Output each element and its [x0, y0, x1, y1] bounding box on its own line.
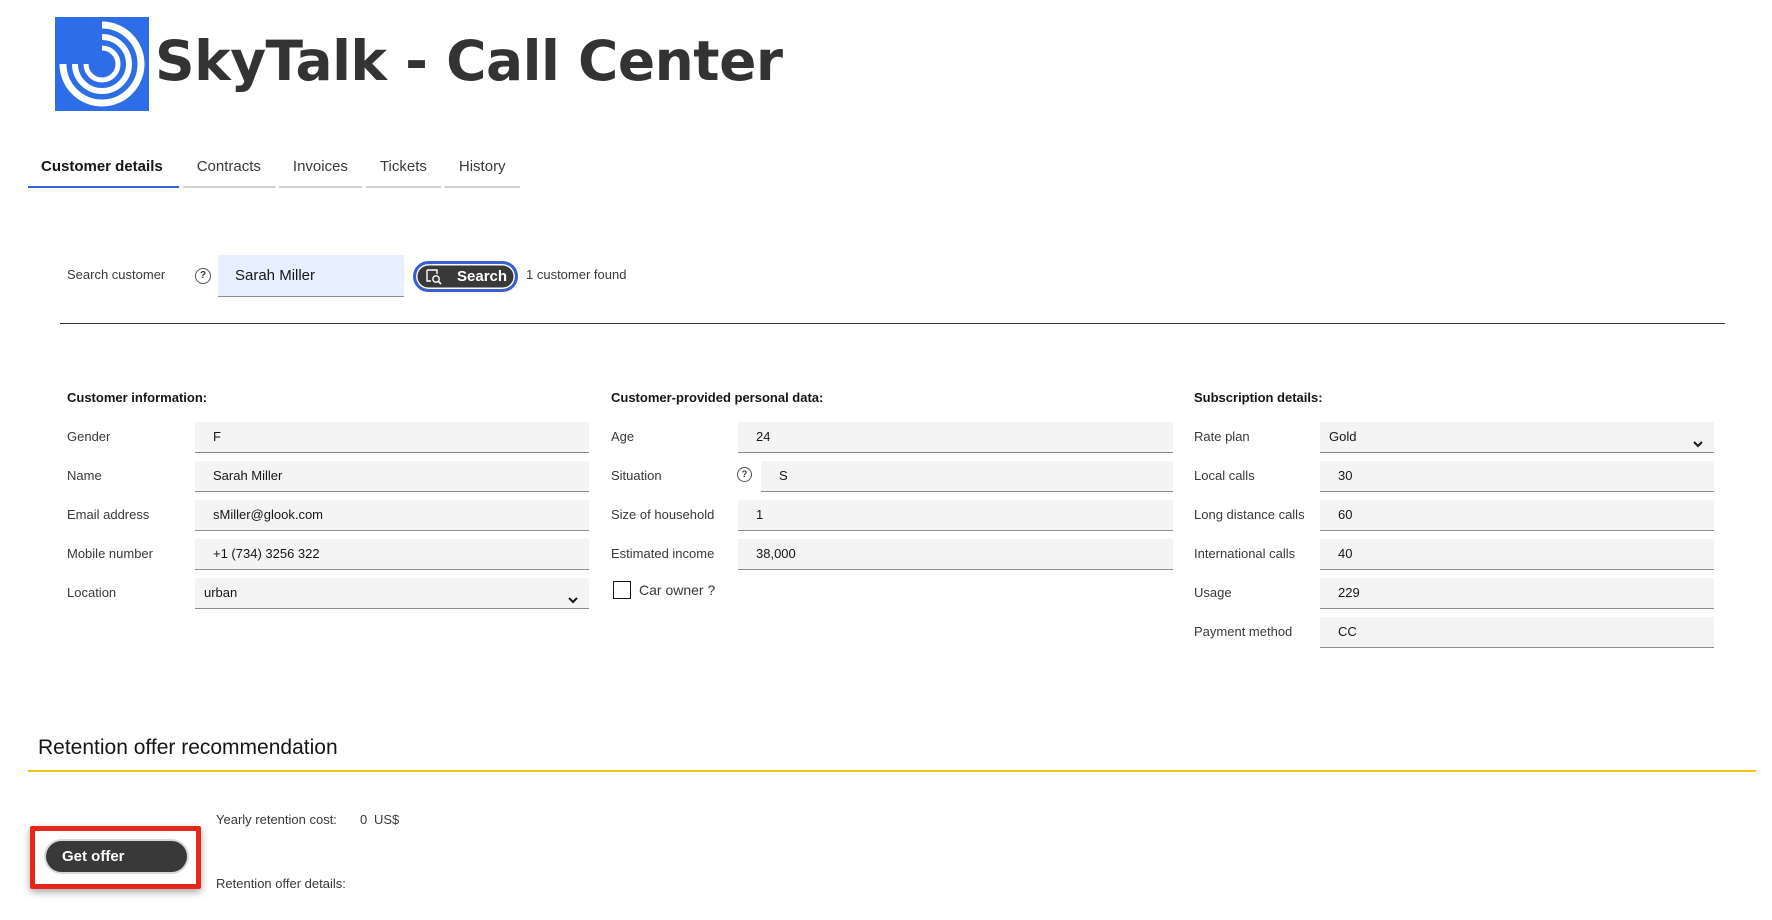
yearly-retention-cost-value: 0 — [360, 812, 368, 827]
payment-method-label: Payment method — [1194, 624, 1293, 639]
household-size-field[interactable]: 1 — [738, 500, 1173, 531]
situation-field[interactable]: S — [761, 461, 1173, 492]
age-field[interactable]: 24 — [738, 422, 1173, 453]
search-customer-label: Search customer — [67, 267, 166, 282]
mobile-number-label: Mobile number — [67, 546, 153, 561]
age-label: Age — [611, 429, 635, 444]
usage-field[interactable]: 229 — [1320, 578, 1714, 609]
mobile-number-field[interactable]: +1 (734) 3256 322 — [195, 539, 589, 570]
tab-tickets[interactable]: Tickets — [365, 150, 441, 188]
retention-section-title: Retention offer recommendation — [38, 736, 338, 759]
search-icon — [425, 268, 443, 290]
estimated-income-field[interactable]: 38,000 — [738, 539, 1173, 570]
gender-field[interactable]: F — [195, 422, 589, 453]
subscription-title: Subscription details: — [1194, 390, 1323, 405]
rate-plan-label: Rate plan — [1194, 429, 1250, 444]
search-result-count: 1 customer found — [526, 267, 627, 282]
customer-info-title: Customer information: — [67, 390, 208, 405]
section-divider — [60, 323, 1725, 324]
location-label: Location — [67, 585, 117, 600]
email-field[interactable]: sMiller@glook.com — [195, 500, 589, 531]
tab-bar: Customer details Contracts Invoices Tick… — [28, 150, 524, 188]
concentric-arcs-logo-icon — [59, 21, 145, 107]
app-title: SkyTalk - Call Center — [155, 29, 783, 93]
tab-customer-details[interactable]: Customer details — [28, 150, 179, 188]
long-distance-calls-label: Long distance calls — [1194, 507, 1305, 522]
chevron-down-icon — [567, 587, 579, 617]
international-calls-field[interactable]: 40 — [1320, 539, 1714, 570]
gender-label: Gender — [67, 429, 111, 444]
question-circle-icon[interactable]: ? — [737, 467, 752, 482]
usage-label: Usage — [1194, 585, 1232, 600]
international-calls-label: International calls — [1194, 546, 1296, 561]
tab-history[interactable]: History — [444, 150, 520, 188]
email-label: Email address — [67, 507, 150, 522]
tab-invoices[interactable]: Invoices — [278, 150, 362, 188]
name-label: Name — [67, 468, 102, 483]
long-distance-calls-field[interactable]: 60 — [1320, 500, 1714, 531]
search-customer-input[interactable] — [218, 255, 404, 297]
retention-divider — [28, 770, 1756, 772]
local-calls-label: Local calls — [1194, 468, 1255, 483]
payment-method-field[interactable]: CC — [1320, 617, 1714, 648]
rate-plan-select[interactable]: Gold — [1320, 422, 1714, 453]
car-owner-checkbox[interactable] — [613, 581, 631, 599]
personal-data-title: Customer-provided personal data: — [611, 390, 824, 405]
yearly-retention-cost-label: Yearly retention cost: — [216, 812, 337, 827]
app-logo — [55, 17, 149, 111]
yearly-retention-cost-unit: US$ — [374, 812, 400, 827]
local-calls-field[interactable]: 30 — [1320, 461, 1714, 492]
get-offer-button[interactable]: Get offer — [46, 841, 187, 872]
car-owner-label: Car owner ? — [639, 582, 716, 598]
location-select[interactable]: urban — [195, 578, 589, 609]
search-button[interactable]: Search — [413, 261, 518, 292]
household-size-label: Size of household — [611, 507, 715, 522]
estimated-income-label: Estimated income — [611, 546, 715, 561]
question-circle-icon[interactable]: ? — [195, 268, 211, 284]
location-select-value: urban — [204, 585, 238, 600]
situation-label: Situation — [611, 468, 662, 483]
chevron-down-icon — [1692, 431, 1704, 461]
name-field[interactable]: Sarah Miller — [195, 461, 589, 492]
search-button-label: Search — [457, 268, 508, 285]
retention-offer-details-label: Retention offer details: — [216, 876, 346, 891]
tab-contracts[interactable]: Contracts — [182, 150, 275, 188]
rate-plan-select-value: Gold — [1329, 429, 1357, 444]
